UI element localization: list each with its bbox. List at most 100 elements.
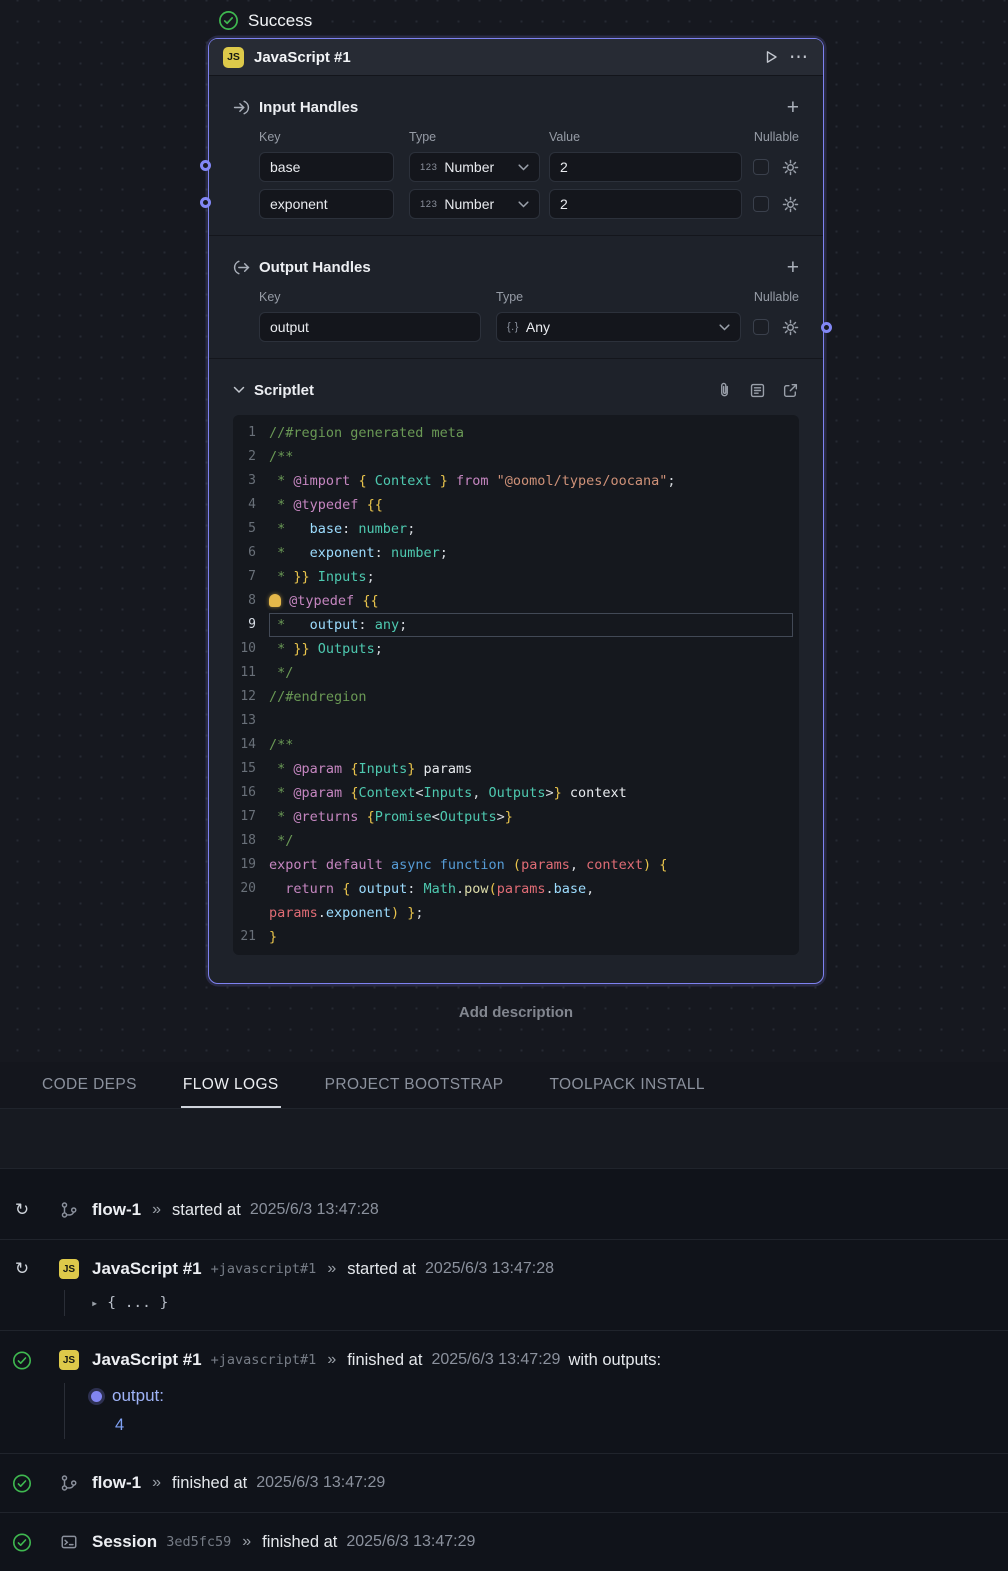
log-event: finished at [262, 1533, 337, 1552]
code-line[interactable]: 3 * @import { Context } from "@oomol/typ… [233, 469, 799, 493]
log-entry[interactable]: Session3ed5fc59»finished at2025/6/3 13:4… [0, 1512, 1008, 1571]
line-number: 5 [233, 517, 269, 541]
log-entry[interactable]: ↻flow-1»started at2025/6/3 13:47:28 [0, 1168, 1008, 1239]
code-line[interactable]: 20 return { output: Math.pow(params.base… [233, 877, 799, 901]
add-description-button[interactable]: Add description [208, 1004, 824, 1021]
log-entry[interactable]: ↻JSJavaScript #1+javascript#1»started at… [0, 1239, 1008, 1330]
log-event: finished at [172, 1474, 247, 1493]
input-columns: Key Type Value Nullable [259, 130, 799, 144]
input-handle-exponent[interactable] [200, 197, 211, 208]
scriptlet-section: Scriptlet 1//#region generated meta2/**3… [209, 359, 823, 971]
code-line[interactable]: 21} [233, 925, 799, 949]
code-line[interactable]: 16 * @param {Context<Inputs, Outputs>} c… [233, 781, 799, 805]
key-input[interactable]: output [259, 312, 481, 342]
nullable-checkbox[interactable] [753, 159, 769, 175]
code-line[interactable]: 13 [233, 709, 799, 733]
line-number: 21 [233, 925, 269, 949]
value-input[interactable]: 2 [549, 189, 742, 219]
settings-gear-icon[interactable] [782, 159, 799, 176]
log-event: started at [172, 1201, 241, 1220]
nullable-checkbox[interactable] [753, 196, 769, 212]
code-line[interactable]: 14/** [233, 733, 799, 757]
type-select[interactable]: 123 Number [409, 152, 540, 182]
line-number: 12 [233, 685, 269, 709]
log-timestamp: 2025/6/3 13:47:29 [346, 1533, 475, 1551]
code-line[interactable]: 11 */ [233, 661, 799, 685]
logs-panel-header [0, 1109, 1008, 1168]
collapsed-object[interactable]: ▸{ ... } [64, 1290, 1008, 1316]
flow-canvas[interactable]: Success JS JavaScript #1 ⋯ Input Handles… [0, 0, 1008, 1062]
input-handles-section: Input Handles + Key Type Value Nullable … [209, 76, 823, 236]
type-select[interactable]: 123 Number [409, 189, 540, 219]
output-handle-output[interactable] [821, 322, 832, 333]
key-input[interactable]: exponent [259, 189, 394, 219]
status-badge: Success [218, 10, 312, 31]
running-spinner-icon: ↻ [15, 1200, 29, 1220]
line-number: 1 [233, 421, 269, 445]
tab-project-bootstrap[interactable]: PROJECT BOOTSTRAP [323, 1062, 506, 1108]
log-entry[interactable]: flow-1»finished at2025/6/3 13:47:29 [0, 1453, 1008, 1512]
add-output-button[interactable]: + [787, 257, 799, 278]
notebook-icon[interactable] [749, 382, 766, 399]
line-number: 9 [233, 613, 269, 637]
flow-icon [60, 1201, 78, 1219]
number-type-icon: 123 [420, 162, 437, 173]
log-node-id: 3ed5fc59 [166, 1534, 231, 1550]
line-number: 20 [233, 877, 269, 901]
tab-code-deps[interactable]: CODE DEPS [40, 1062, 139, 1108]
output-columns: Key Type Nullable [259, 290, 799, 304]
code-line[interactable]: 10 * }} Outputs; [233, 637, 799, 661]
code-line[interactable]: params.exponent) }; [233, 901, 799, 925]
attachment-icon[interactable] [716, 382, 733, 399]
chevron-down-icon [719, 324, 730, 331]
node-javascript-1[interactable]: JS JavaScript #1 ⋯ Input Handles + Key T… [208, 38, 824, 984]
javascript-icon: JS [59, 1350, 79, 1370]
add-input-button[interactable]: + [787, 97, 799, 118]
node-header[interactable]: JS JavaScript #1 ⋯ [209, 39, 823, 76]
log-entry[interactable]: JSJavaScript #1+javascript#1»finished at… [0, 1330, 1008, 1453]
code-line[interactable]: 4 * @typedef {{ [233, 493, 799, 517]
open-external-icon[interactable] [782, 382, 799, 399]
tab-flow-logs[interactable]: FLOW LOGS [181, 1062, 281, 1108]
code-line[interactable]: 7 * }} Inputs; [233, 565, 799, 589]
code-line[interactable]: 1//#region generated meta [233, 421, 799, 445]
log-title: JavaScript #1 [92, 1350, 202, 1370]
settings-gear-icon[interactable] [782, 196, 799, 213]
success-check-icon [12, 1473, 32, 1494]
output-handles-icon [233, 259, 250, 276]
expand-triangle-icon[interactable]: ▸ [91, 1296, 98, 1310]
code-line[interactable]: 5 * base: number; [233, 517, 799, 541]
tab-toolpack-install[interactable]: TOOLPACK INSTALL [547, 1062, 706, 1108]
log-event: finished at [347, 1351, 422, 1370]
output-value: 4 [115, 1413, 1008, 1437]
line-number: 4 [233, 493, 269, 517]
nullable-checkbox[interactable] [753, 319, 769, 335]
code-line[interactable]: 9 * output: any; [233, 613, 799, 637]
session-icon [60, 1533, 78, 1551]
code-line[interactable]: 2/** [233, 445, 799, 469]
code-line[interactable]: 18 */ [233, 829, 799, 853]
line-number: 17 [233, 805, 269, 829]
code-line[interactable]: 6 * exponent: number; [233, 541, 799, 565]
type-select[interactable]: {.} Any [496, 312, 741, 342]
separator: » [152, 1474, 161, 1492]
code-line[interactable]: 17 * @returns {Promise<Outputs>} [233, 805, 799, 829]
key-input[interactable]: base [259, 152, 394, 182]
code-line[interactable]: 19export default async function (params,… [233, 853, 799, 877]
log-list: ↻flow-1»started at2025/6/3 13:47:28↻JSJa… [0, 1168, 1008, 1556]
more-menu-button[interactable]: ⋯ [789, 46, 809, 69]
settings-gear-icon[interactable] [782, 319, 799, 336]
number-type-icon: 123 [420, 199, 437, 210]
lightbulb-icon[interactable] [269, 594, 281, 607]
code-line[interactable]: 12//#endregion [233, 685, 799, 709]
input-handle-base[interactable] [200, 160, 211, 171]
line-number: 6 [233, 541, 269, 565]
collapse-chevron-icon[interactable] [233, 386, 245, 394]
value-input[interactable]: 2 [549, 152, 742, 182]
code-editor[interactable]: 1//#region generated meta2/**3 * @import… [233, 415, 799, 955]
javascript-icon: JS [223, 47, 244, 68]
code-line[interactable]: 15 * @param {Inputs} params [233, 757, 799, 781]
separator: » [327, 1351, 336, 1369]
run-node-button[interactable] [763, 49, 779, 65]
code-line[interactable]: 8 @typedef {{ [233, 589, 799, 613]
